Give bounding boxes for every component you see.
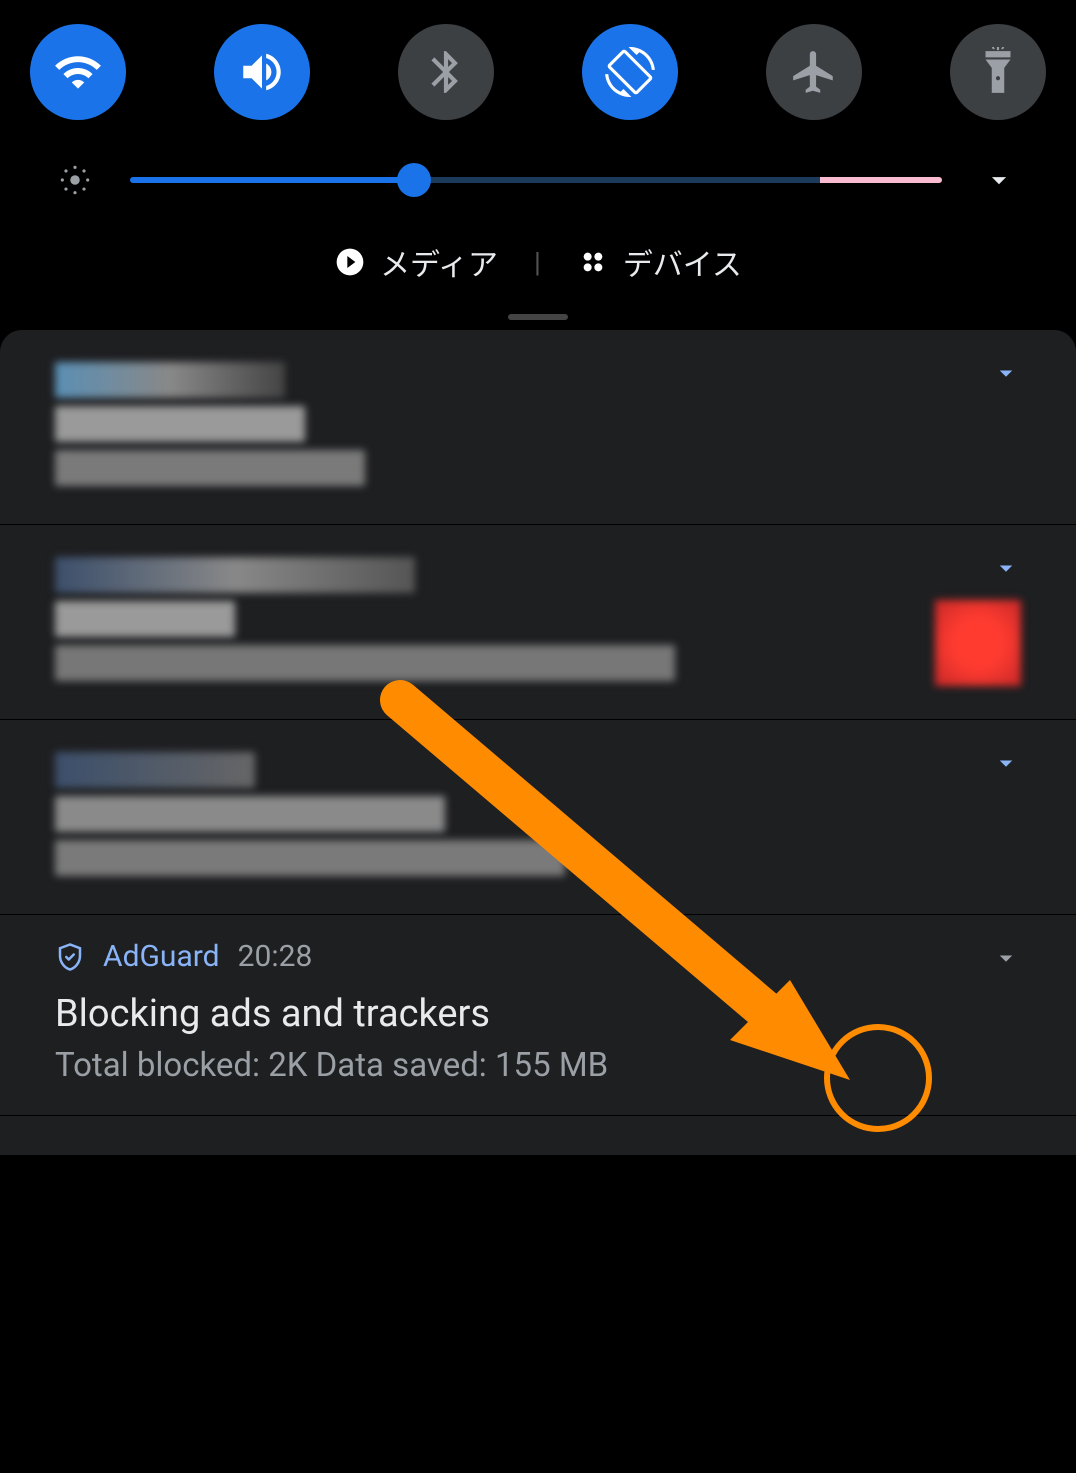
redacted-content <box>55 840 565 876</box>
play-circle-icon <box>334 246 366 278</box>
chevron-down-icon <box>991 748 1021 778</box>
chevron-down-icon <box>991 358 1021 388</box>
devices-label: デバイス <box>623 240 742 284</box>
brightness-row <box>0 120 1076 200</box>
notification-item-3[interactable] <box>0 720 1076 915</box>
redacted-content <box>55 752 255 788</box>
redacted-content <box>55 362 285 398</box>
adguard-title: Blocking ads and trackers <box>55 992 1021 1036</box>
redacted-content <box>55 450 365 486</box>
notification-item-2[interactable] <box>0 525 1076 720</box>
notification-item-adguard[interactable]: AdGuard 20:28 Blocking ads and trackers … <box>0 915 1076 1116</box>
notifications-area: AdGuard 20:28 Blocking ads and trackers … <box>0 330 1076 1156</box>
media-button[interactable]: メディア <box>334 240 498 284</box>
auto-rotate-icon <box>605 47 655 97</box>
brightness-track <box>130 177 942 183</box>
adguard-header: AdGuard 20:28 <box>55 939 1021 974</box>
devices-button[interactable]: デバイス <box>577 240 742 284</box>
notification-item-next <box>0 1116 1076 1156</box>
redacted-content <box>55 645 675 681</box>
flashlight-toggle[interactable] <box>950 24 1046 120</box>
redacted-content <box>55 601 235 637</box>
adguard-app-name: AdGuard <box>103 939 220 974</box>
sound-toggle[interactable] <box>214 24 310 120</box>
wifi-icon <box>53 47 103 97</box>
redacted-content <box>55 796 445 832</box>
notification-expand[interactable] <box>991 358 1021 392</box>
brightness-expand[interactable] <box>977 163 1021 197</box>
media-label: メディア <box>380 240 498 284</box>
separator: | <box>534 246 541 279</box>
auto-rotate-toggle[interactable] <box>582 24 678 120</box>
chevron-down-icon <box>991 943 1021 973</box>
brightness-low-icon <box>55 160 95 200</box>
notification-thumbnail <box>935 600 1021 686</box>
bluetooth-toggle[interactable] <box>398 24 494 120</box>
notification-item-1[interactable] <box>0 330 1076 525</box>
notification-expand[interactable] <box>991 553 1021 587</box>
quick-settings-row <box>0 0 1076 120</box>
adguard-time: 20:28 <box>238 939 313 974</box>
media-devices-row: メディア | デバイス <box>0 200 1076 304</box>
wifi-toggle[interactable] <box>30 24 126 120</box>
sound-icon <box>237 47 287 97</box>
brightness-slider[interactable] <box>130 175 942 185</box>
shield-icon <box>55 942 85 972</box>
flashlight-icon <box>973 47 1023 97</box>
adguard-subtitle: Total blocked: 2K Data saved: 155 MB <box>55 1046 1021 1085</box>
redacted-content <box>55 406 305 442</box>
chevron-down-icon <box>982 163 1016 197</box>
redacted-content <box>55 557 415 593</box>
airplane-toggle[interactable] <box>766 24 862 120</box>
panel-handle[interactable] <box>508 314 568 320</box>
brightness-thumb[interactable] <box>397 163 431 197</box>
adguard-expand-chevron[interactable] <box>991 943 1021 977</box>
devices-grid-icon <box>577 246 609 278</box>
airplane-icon <box>789 47 839 97</box>
bluetooth-icon <box>421 47 471 97</box>
chevron-down-icon <box>991 553 1021 583</box>
notification-expand[interactable] <box>991 748 1021 782</box>
